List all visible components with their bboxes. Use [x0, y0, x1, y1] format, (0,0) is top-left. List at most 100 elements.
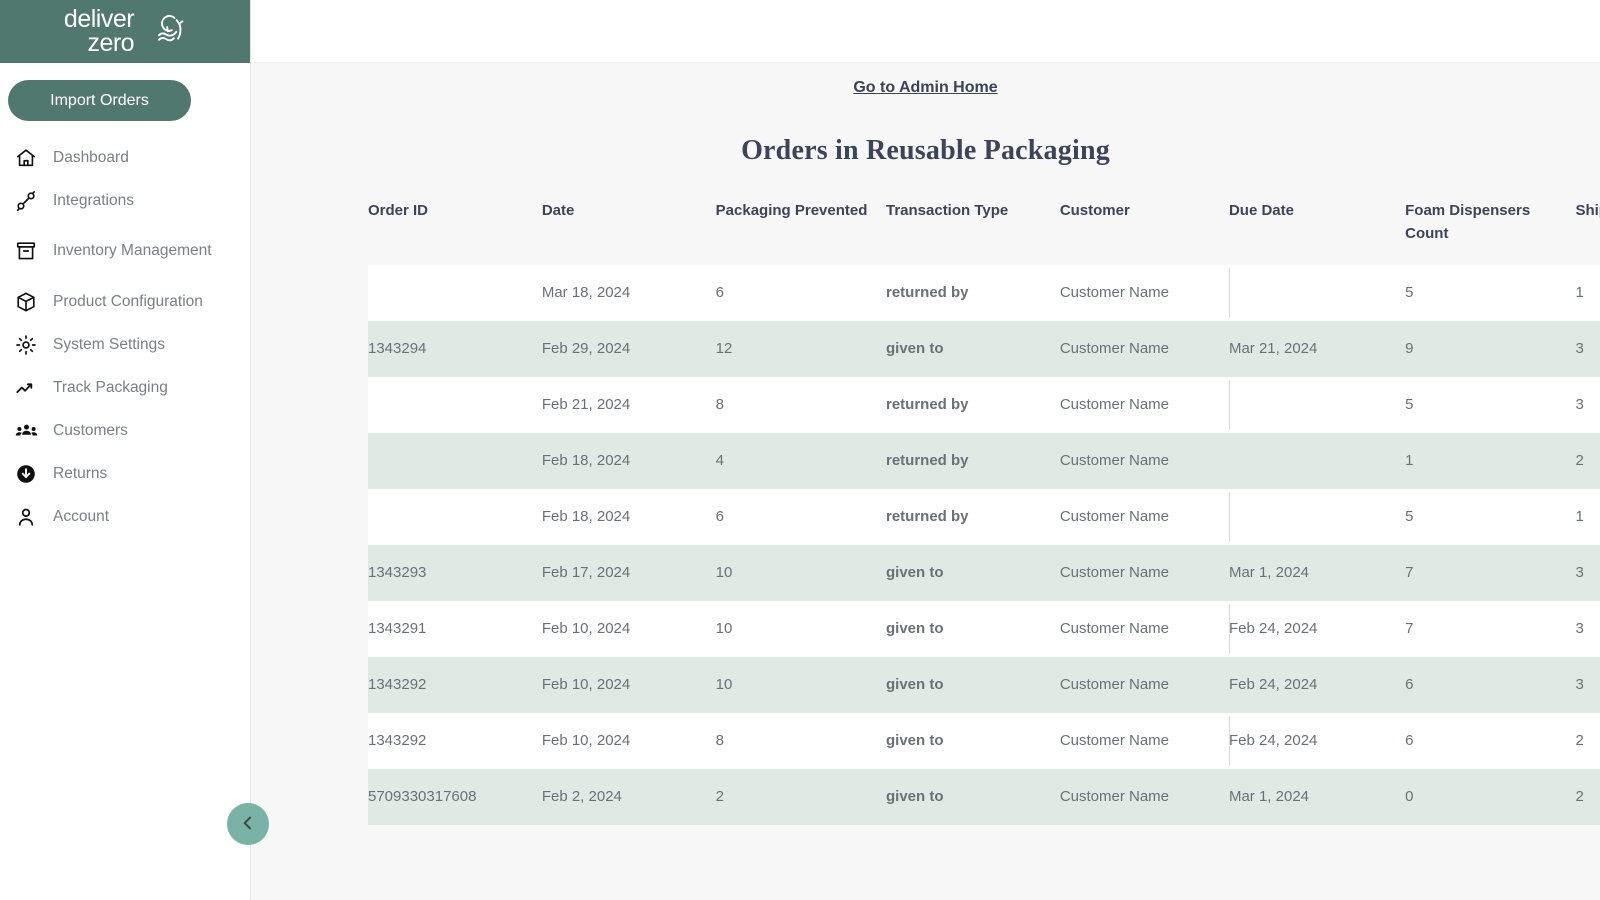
cell-foam-dispensers-count: 1	[1405, 433, 1575, 489]
table-row[interactable]: 1343292Feb 10, 202410given toCustomer Na…	[368, 657, 1600, 713]
cell-shipping-crates-count: 3	[1575, 545, 1600, 601]
orders-table-wrap: Order ID Date Packaging Prevented Transa…	[368, 188, 1600, 825]
cell-transaction-type: given to	[886, 545, 1060, 601]
column-header-order-id[interactable]: Order ID	[368, 188, 542, 265]
cell-foam-dispensers-count: 5	[1405, 377, 1575, 433]
sidebar-item-integrations[interactable]: Integrations	[0, 179, 250, 222]
cell-transaction-type: given to	[886, 321, 1060, 377]
cell-transaction-type: given to	[886, 657, 1060, 713]
cell-foam-dispensers-count: 5	[1405, 265, 1575, 321]
cell-due-date	[1229, 489, 1405, 545]
cell-customer: Customer Name	[1060, 321, 1229, 377]
table-row[interactable]: 1343293Feb 17, 202410given toCustomer Na…	[368, 545, 1600, 601]
cell-foam-dispensers-count: 7	[1405, 601, 1575, 657]
cell-customer: Customer Name	[1060, 489, 1229, 545]
cell-date: Feb 18, 2024	[542, 433, 716, 489]
column-header-packaging-prevented[interactable]: Packaging Prevented	[716, 188, 886, 265]
table-row[interactable]: Feb 21, 20248returned byCustomer Name53	[368, 377, 1600, 433]
sidebar-item-inventory-management[interactable]: Inventory Management	[0, 222, 250, 280]
people-group-icon	[14, 419, 38, 443]
cell-customer: Customer Name	[1060, 713, 1229, 769]
plug-icon	[14, 189, 38, 213]
cell-order-id: 1343294	[368, 321, 542, 377]
sidebar-item-system-settings[interactable]: System Settings	[0, 323, 250, 366]
cell-customer: Customer Name	[1060, 657, 1229, 713]
cell-due-date: Feb 24, 2024	[1229, 713, 1405, 769]
brand-logo-line2: zero	[64, 32, 134, 55]
cell-customer: Customer Name	[1060, 769, 1229, 825]
column-header-shipping-crates-count[interactable]: Shipping Crates Count	[1575, 188, 1600, 265]
cell-shipping-crates-count: 1	[1575, 265, 1600, 321]
sidebar-item-label: Product Configuration	[53, 292, 203, 311]
column-header-foam-dispensers-count[interactable]: Foam Dispensers Count	[1405, 188, 1575, 265]
sidebar-item-label: Integrations	[53, 191, 134, 210]
cell-date: Feb 10, 2024	[542, 601, 716, 657]
table-row[interactable]: 5709330317608Feb 2, 20242given toCustome…	[368, 769, 1600, 825]
table-row[interactable]: 1343292Feb 10, 20248given toCustomer Nam…	[368, 713, 1600, 769]
cell-date: Feb 10, 2024	[542, 713, 716, 769]
cell-foam-dispensers-count: 6	[1405, 657, 1575, 713]
sidebar-item-label: Dashboard	[53, 148, 129, 167]
table-row[interactable]: Mar 18, 20246returned byCustomer Name51	[368, 265, 1600, 321]
sidebar-collapse-button[interactable]	[227, 803, 269, 845]
recycle-hand-icon	[140, 12, 186, 51]
column-header-customer[interactable]: Customer	[1060, 188, 1229, 265]
chevron-left-icon	[238, 813, 258, 836]
sidebar-item-customers[interactable]: Customers	[0, 409, 250, 452]
cell-transaction-type: returned by	[886, 265, 1060, 321]
main-area: Go to Admin Home Orders in Reusable Pack…	[251, 0, 1600, 900]
cell-transaction-type: given to	[886, 769, 1060, 825]
sidebar-item-label: Customers	[53, 421, 128, 440]
cell-order-id: 1343292	[368, 657, 542, 713]
cell-shipping-crates-count: 2	[1575, 713, 1600, 769]
table-header-row: Order ID Date Packaging Prevented Transa…	[368, 188, 1600, 265]
orders-table-head: Order ID Date Packaging Prevented Transa…	[368, 188, 1600, 265]
cell-shipping-crates-count: 3	[1575, 377, 1600, 433]
sidebar-item-account[interactable]: Account	[0, 495, 250, 538]
cell-order-id: 1343291	[368, 601, 542, 657]
column-header-date[interactable]: Date	[542, 188, 716, 265]
orders-table: Order ID Date Packaging Prevented Transa…	[368, 188, 1600, 825]
column-header-transaction-type[interactable]: Transaction Type	[886, 188, 1060, 265]
table-row[interactable]: 1343291Feb 10, 202410given toCustomer Na…	[368, 601, 1600, 657]
cell-packaging-prevented: 6	[716, 489, 886, 545]
package-box-icon	[14, 290, 38, 314]
sidebar-item-returns[interactable]: Returns	[0, 452, 250, 495]
cell-transaction-type: returned by	[886, 433, 1060, 489]
cell-shipping-crates-count: 2	[1575, 433, 1600, 489]
cell-customer: Customer Name	[1060, 265, 1229, 321]
user-icon	[14, 505, 38, 529]
cell-date: Feb 2, 2024	[542, 769, 716, 825]
cell-due-date: Feb 24, 2024	[1229, 657, 1405, 713]
cell-date: Feb 18, 2024	[542, 489, 716, 545]
archive-box-icon	[14, 239, 38, 263]
cell-packaging-prevented: 10	[716, 601, 886, 657]
column-header-due-date[interactable]: Due Date	[1229, 188, 1405, 265]
sidebar-item-product-configuration[interactable]: Product Configuration	[0, 280, 250, 323]
cell-date: Feb 10, 2024	[542, 657, 716, 713]
cell-order-id	[368, 489, 542, 545]
sidebar: deliver zero Import Orders	[0, 0, 251, 900]
cell-order-id	[368, 433, 542, 489]
brand-logo[interactable]: deliver zero	[0, 0, 250, 63]
table-row[interactable]: Feb 18, 20244returned byCustomer Name12	[368, 433, 1600, 489]
cell-foam-dispensers-count: 0	[1405, 769, 1575, 825]
cell-shipping-crates-count: 1	[1575, 489, 1600, 545]
go-to-admin-home-link[interactable]: Go to Admin Home	[853, 79, 997, 96]
cell-foam-dispensers-count: 9	[1405, 321, 1575, 377]
sidebar-item-dashboard[interactable]: Dashboard	[0, 136, 250, 179]
table-row[interactable]: 1343294Feb 29, 202412given toCustomer Na…	[368, 321, 1600, 377]
table-row[interactable]: Feb 18, 20246returned byCustomer Name51	[368, 489, 1600, 545]
cell-order-id	[368, 265, 542, 321]
page-title: Orders in Reusable Packaging	[251, 135, 1600, 167]
cell-customer: Customer Name	[1060, 601, 1229, 657]
cell-shipping-crates-count: 3	[1575, 657, 1600, 713]
sidebar-item-track-packaging[interactable]: Track Packaging	[0, 366, 250, 409]
admin-link-row: Go to Admin Home	[251, 63, 1600, 97]
cell-order-id	[368, 377, 542, 433]
cell-packaging-prevented: 10	[716, 657, 886, 713]
import-orders-button[interactable]: Import Orders	[8, 80, 191, 121]
cell-due-date: Mar 1, 2024	[1229, 545, 1405, 601]
sidebar-item-label: System Settings	[53, 335, 165, 354]
download-circle-icon	[14, 462, 38, 486]
